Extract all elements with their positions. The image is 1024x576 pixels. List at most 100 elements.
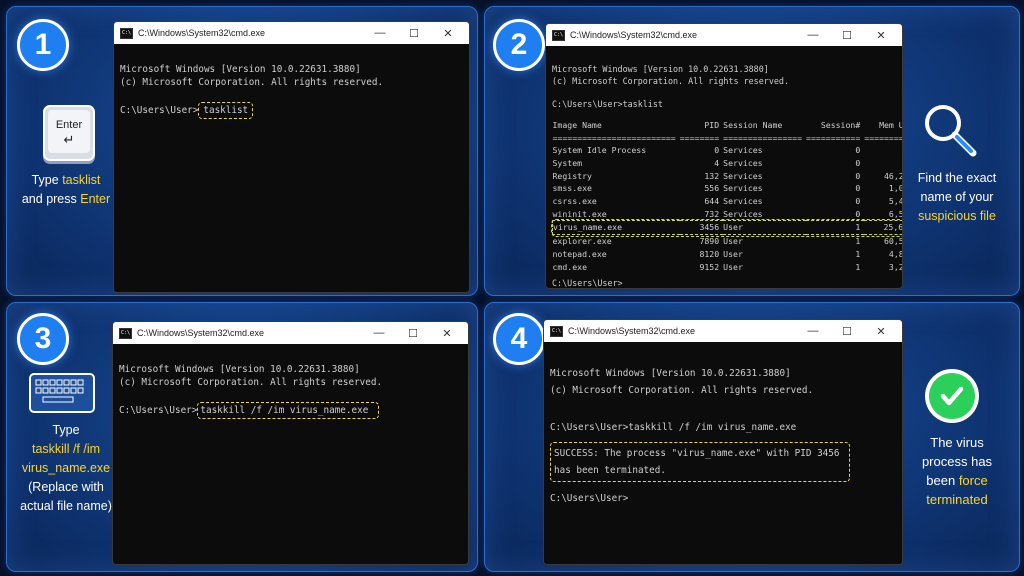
cmd-icon: C:\ (119, 327, 132, 339)
table-cell: virus_name.exe (553, 222, 623, 233)
table-cell: 46,248 K (884, 170, 902, 181)
success-line: has been terminated. (554, 465, 666, 476)
panel-step-1: 1 Enter ↵ Type tasklist and press Enter … (6, 6, 478, 296)
table-separator-row: ========================= ======== =======… (552, 132, 903, 145)
terminal-line: (c) Microsoft Corporation. All rights re… (552, 76, 789, 87)
terminal-output[interactable]: Microsoft Windows [Version 10.0.22631.38… (546, 46, 903, 289)
table-row: Registry 132Services 0 46,248 K (552, 170, 903, 183)
table-cell: 7890 (699, 236, 720, 247)
title-bar[interactable]: C:\ C:\Windows\System32\cmd.exe — ☐ ✕ (113, 322, 468, 344)
table-cell: Registry (552, 170, 592, 181)
maximize-button[interactable]: ☐ (397, 22, 431, 44)
keyboard-icon (29, 373, 95, 413)
title-bar[interactable]: C:\ C:\Windows\System32\cmd.exe — ☐ ✕ (546, 24, 902, 46)
prompt-line: C:\Users\User> (550, 493, 629, 504)
table-cell: 0 (714, 145, 720, 156)
table-cell: 0 (855, 157, 861, 168)
minimize-button[interactable]: — (796, 24, 830, 46)
prompt-line: C:\Users\User> (552, 278, 623, 289)
table-cell: 9152 (699, 261, 720, 272)
table-row: wininit.exe 732Services 0 6,520 K (552, 208, 903, 221)
table-cell: cmd.exe (552, 261, 588, 272)
prompt-line: C:\Users\User>taskkill /f /im virus_name… (119, 402, 462, 419)
success-line: SUCCESS: The process "virus_name.exe" wi… (554, 448, 840, 459)
tasklist-table: Image Name PIDSession Name Session# Mem Usa… (550, 119, 903, 273)
step-badge-1: 1 (17, 19, 69, 71)
title-bar[interactable]: C:\ C:\Windows\System32\cmd.exe — ☐ ✕ (114, 22, 469, 44)
close-button[interactable]: ✕ (431, 22, 465, 44)
maximize-button[interactable]: ☐ (830, 320, 864, 342)
table-cell: 0 (855, 170, 861, 181)
window-title: C:\Windows\System32\cmd.exe (138, 28, 266, 38)
window-title: C:\Windows\System32\cmd.exe (570, 30, 698, 40)
table-cell: 0 (855, 208, 861, 219)
table-row: System 4Services 020 K (552, 157, 903, 170)
maximize-button[interactable]: ☐ (830, 24, 864, 46)
terminal-output[interactable]: Microsoft Windows [Version 10.0.22631.38… (114, 44, 469, 151)
terminal-line: Microsoft Windows [Version 10.0.22631.38… (120, 64, 361, 75)
return-arrow-icon: ↵ (63, 132, 75, 147)
prompt-line: C:\Users\User>taskkill /f /im virus_name… (550, 422, 797, 433)
table-cell: smss.exe (552, 183, 592, 194)
terminal-line: Microsoft Windows [Version 10.0.22631.38… (119, 364, 360, 375)
minimize-button[interactable]: — (796, 320, 830, 342)
table-cell: ========================= (552, 132, 676, 143)
step-badge-2: 2 (493, 19, 545, 71)
cmd-icon: C:\ (552, 29, 565, 41)
table-cell: PID (704, 119, 720, 130)
table-cell: notepad.exe (552, 248, 607, 259)
caption-step-1: Type tasklist and press Enter (21, 173, 111, 206)
table-cell: 25,680 K (883, 222, 903, 233)
table-cell: Services (723, 196, 763, 207)
table-cell: 3,204 K (888, 261, 902, 272)
table-cell: 0 (855, 183, 861, 194)
close-button[interactable]: ✕ (430, 322, 464, 344)
table-cell: 556 (704, 183, 720, 194)
table-cell: User (723, 261, 743, 272)
enter-key-label: Enter (55, 119, 83, 131)
table-cell: User (723, 236, 743, 247)
terminal-output[interactable]: Microsoft Windows [Version 10.0.22631.38… (544, 342, 902, 547)
minimize-button[interactable]: — (363, 22, 397, 44)
terminal-line: (c) Microsoft Corporation. All rights re… (550, 385, 814, 396)
table-row: explorer.exe 7890User 1 60,512 K (552, 235, 903, 248)
title-bar[interactable]: C:\ C:\Windows\System32\cmd.exe — ☐ ✕ (544, 320, 902, 342)
table-row: notepad.exe 8120User 1 4,812 K (552, 248, 903, 261)
table-cell: Services (723, 145, 763, 156)
panel-step-2: 2 C:\ C:\Windows\System32\cmd.exe — ☐ ✕ … (484, 6, 1020, 296)
caption-step-2: Find the exact name of your suspicious f… (917, 171, 997, 223)
panel-step-3: 3 Type taskkill /f /im virus_name.exe (R… (6, 302, 478, 572)
table-cell: wininit.exe (552, 208, 607, 219)
terminal-output[interactable]: Microsoft Windows [Version 10.0.22631.38… (113, 344, 468, 451)
table-cell: ======== (679, 132, 720, 143)
success-message-highlight: SUCCESS: The process "virus_name.exe" wi… (550, 442, 851, 482)
table-cell: System (552, 157, 583, 168)
table-cell: 4 (714, 157, 720, 168)
table-cell: Services (723, 183, 763, 194)
window-title: C:\Windows\System32\cmd.exe (137, 328, 265, 338)
command-highlight: taskkill /f /im virus_name.exe (197, 402, 380, 419)
cmd-window-2[interactable]: C:\ C:\Windows\System32\cmd.exe — ☐ ✕ Mi… (545, 23, 903, 289)
table-cell: System Idle Process (552, 145, 647, 156)
table-cell: explorer.exe (552, 236, 612, 247)
cmd-window-4[interactable]: C:\ C:\Windows\System32\cmd.exe — ☐ ✕ Mi… (543, 319, 903, 565)
cmd-window-3[interactable]: C:\ C:\Windows\System32\cmd.exe — ☐ ✕ Mi… (112, 321, 469, 565)
table-cell: 1 (855, 248, 861, 259)
close-button[interactable]: ✕ (864, 320, 898, 342)
table-cell: 3456 (699, 222, 720, 233)
prompt-line: C:\Users\User>tasklist (552, 99, 663, 110)
table-cell: 1,080 K (888, 183, 902, 194)
cmd-window-1[interactable]: C:\ C:\Windows\System32\cmd.exe — ☐ ✕ Mi… (113, 21, 470, 293)
maximize-button[interactable]: ☐ (396, 322, 430, 344)
table-row: smss.exe 556Services 0 1,080 K (552, 182, 903, 195)
table-cell: ============ (864, 132, 902, 143)
table-cell: =========== (806, 132, 861, 143)
table-cell: 8120 (699, 248, 720, 259)
step-badge-4: 4 (493, 313, 545, 365)
command-highlight: tasklist (198, 102, 254, 119)
minimize-button[interactable]: — (362, 322, 396, 344)
terminal-line: (c) Microsoft Corporation. All rights re… (119, 377, 383, 388)
caption-step-3: Type taskkill /f /im virus_name.exe (Rep… (20, 423, 112, 513)
checkmark-icon (925, 369, 979, 423)
close-button[interactable]: ✕ (864, 24, 898, 46)
